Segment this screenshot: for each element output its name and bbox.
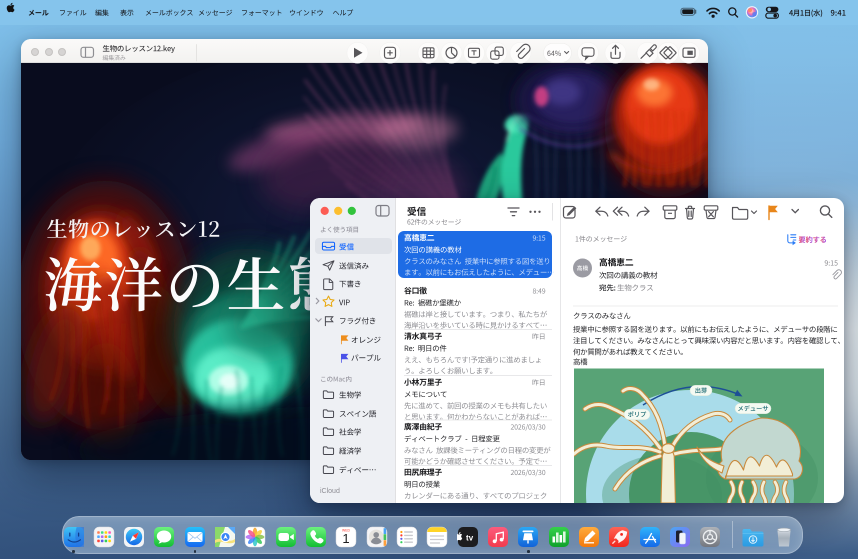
svg-text:1: 1 xyxy=(343,531,350,546)
svg-text:tv: tv xyxy=(466,533,474,542)
svg-text:WED: WED xyxy=(343,528,351,532)
